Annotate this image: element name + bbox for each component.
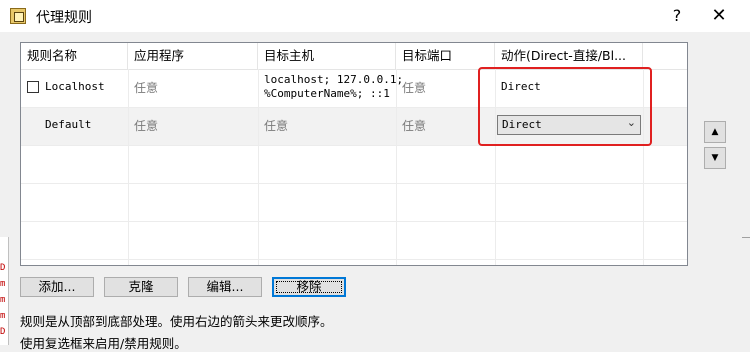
grid-line xyxy=(21,221,687,222)
background-text: D xyxy=(0,263,6,273)
clone-button[interactable]: 克隆 xyxy=(104,277,178,297)
background-text: D xyxy=(0,327,6,337)
window-title: 代理规则 xyxy=(36,10,92,26)
app-icon xyxy=(10,8,26,24)
move-down-button[interactable]: ▼ xyxy=(704,147,726,169)
column-header-action[interactable]: 动作(Direct-直接/Bl... xyxy=(495,43,643,69)
background-text: m xyxy=(0,279,6,289)
move-up-button[interactable]: ▲ xyxy=(704,121,726,143)
remove-button[interactable]: 移除 xyxy=(272,277,346,297)
column-header-target-port[interactable]: 目标端口 xyxy=(396,43,495,69)
title-bar: 代理规则 ? ✕ xyxy=(0,0,750,32)
grid-line xyxy=(396,69,397,265)
info-text-order: 规则是从顶部到底部处理。使用右边的箭头来更改顺序。 xyxy=(20,314,333,329)
grid-line xyxy=(128,69,129,265)
close-button[interactable]: ✕ xyxy=(704,1,734,31)
highlight-annotation xyxy=(478,67,652,146)
edit-button[interactable]: 编辑... xyxy=(188,277,262,297)
grid-line xyxy=(21,183,687,184)
rule-enable-checkbox[interactable] xyxy=(27,81,39,93)
target-port-cell: 任意 xyxy=(402,119,427,133)
rule-name-cell: Default xyxy=(45,118,92,131)
target-port-cell: 任意 xyxy=(402,81,427,95)
info-text-checkbox: 使用复选框来启用/禁用规则。 xyxy=(20,336,187,351)
help-button[interactable]: ? xyxy=(662,1,692,31)
background-text: m xyxy=(0,311,6,321)
column-header-rule-name[interactable]: 规则名称 xyxy=(21,43,128,69)
background-text: m xyxy=(0,295,6,305)
grid-line xyxy=(258,69,259,265)
background-window-strip: D m m m D xyxy=(0,237,9,345)
background-window-edge xyxy=(742,237,750,238)
target-host-cell-line1: localhost; 127.0.0.1; xyxy=(264,73,404,86)
application-cell: 任意 xyxy=(134,119,159,133)
add-button[interactable]: 添加... xyxy=(20,277,94,297)
target-host-cell: 任意 xyxy=(264,119,289,133)
rule-name-cell: Localhost xyxy=(45,80,105,93)
column-header-application[interactable]: 应用程序 xyxy=(128,43,258,69)
column-header-target-host[interactable]: 目标主机 xyxy=(258,43,396,69)
application-cell: 任意 xyxy=(134,81,159,95)
grid-line xyxy=(21,259,687,260)
target-host-cell-line2: %ComputerName%; ::1 xyxy=(264,87,390,100)
